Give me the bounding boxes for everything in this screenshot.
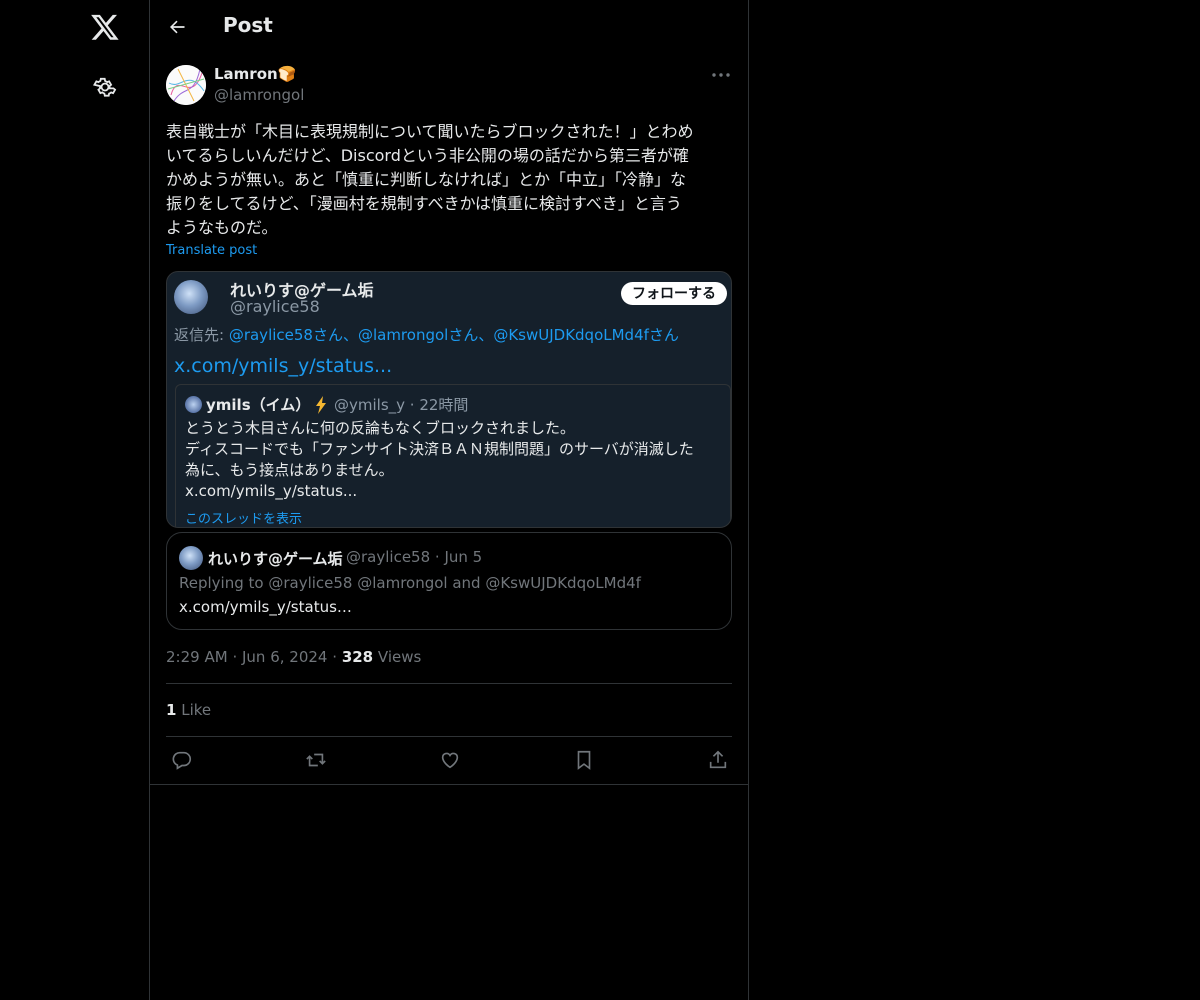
quoted-post[interactable]: れいりす@ゲーム垢 @raylice58 · Jun 5 Replying to…: [166, 532, 732, 630]
meta-dot: ·: [332, 648, 338, 666]
more-options-icon[interactable]: [710, 70, 732, 80]
back-arrow-icon[interactable]: [167, 17, 187, 37]
left-rail: [0, 0, 149, 1000]
post-meta: 2:29 AM · Jun 6, 2024 · 328 Views: [166, 648, 421, 666]
quoted-meta: @raylice58 · Jun 5: [346, 548, 483, 566]
views-count: 328: [341, 648, 374, 666]
post-time[interactable]: 2:29 AM: [166, 648, 228, 666]
lightning-icon: [316, 396, 326, 414]
quoted-name: れいりす@ゲーム垢: [208, 550, 343, 568]
divider: [166, 736, 732, 737]
views-label: Views: [377, 648, 422, 666]
x-logo-icon[interactable]: [90, 12, 120, 42]
author-name[interactable]: Lamron🍞: [214, 65, 296, 83]
divider: [166, 683, 732, 684]
like-icon[interactable]: [439, 749, 461, 771]
embedded-reply-prefix: 返信先:: [174, 326, 229, 344]
inner-text: とうとう木目さんに何の反論もなくブロックされました。 ディスコードでも「ファンサ…: [185, 419, 694, 500]
embedded-avatar: [174, 280, 208, 314]
embedded-handle: @raylice58: [230, 297, 320, 316]
inner-show-thread: このスレッドを表示: [185, 512, 303, 527]
inner-name: ymils（イム）: [206, 396, 311, 414]
author-handle[interactable]: @lamrongol: [214, 86, 304, 104]
translate-post-link[interactable]: Translate post: [166, 243, 257, 258]
avatar[interactable]: [166, 65, 206, 105]
embedded-follow-button: フォローする: [621, 282, 727, 305]
post-date[interactable]: Jun 6, 2024: [242, 648, 327, 666]
quoted-link: x.com/ymils_y/status…: [179, 598, 352, 616]
post-column: Post Lamron🍞 @lamrongol 表自戦士が「木目に表現規制につい…: [149, 0, 749, 1000]
inner-meta: @ymils_y · 22時間: [334, 396, 469, 414]
likes-stat[interactable]: 1 Like: [166, 701, 211, 719]
avatar-image: [166, 65, 206, 105]
post-text: 表自戦士が「木目に表現規制について聞いたらブロックされた！」とわめ いてるらしい…: [166, 122, 694, 237]
embedded-inner-post: ymils（イム） @ymils_y · 22時間 とうとう木目さんに何の反論も…: [175, 384, 731, 527]
embedded-reply-to: 返信先: @raylice58さん、@lamrongolさん、@KswUJDKd…: [174, 324, 679, 345]
embedded-link: x.com/ymils_y/status...: [174, 355, 393, 377]
share-icon[interactable]: [707, 749, 729, 771]
bookmark-icon[interactable]: [573, 749, 595, 771]
embedded-screenshot[interactable]: れいりす@ゲーム垢 @raylice58 フォローする 返信先: @raylic…: [166, 271, 732, 528]
likes-count: 1: [166, 701, 177, 719]
gear-icon[interactable]: [93, 75, 117, 99]
page-title: Post: [223, 13, 273, 37]
embedded-reply-mentions: @raylice58さん、@lamrongolさん、@KswUJDKdqoLMd…: [228, 326, 679, 344]
meta-dot: ·: [232, 648, 238, 666]
header: Post: [150, 0, 748, 53]
likes-label: Like: [181, 701, 212, 719]
inner-avatar: [185, 396, 202, 413]
divider: [150, 784, 748, 785]
quoted-avatar: [179, 546, 203, 570]
quoted-replying-to: Replying to @raylice58 @lamrongol and @K…: [179, 574, 641, 592]
repost-icon[interactable]: [305, 749, 327, 771]
reply-icon[interactable]: [171, 749, 193, 771]
